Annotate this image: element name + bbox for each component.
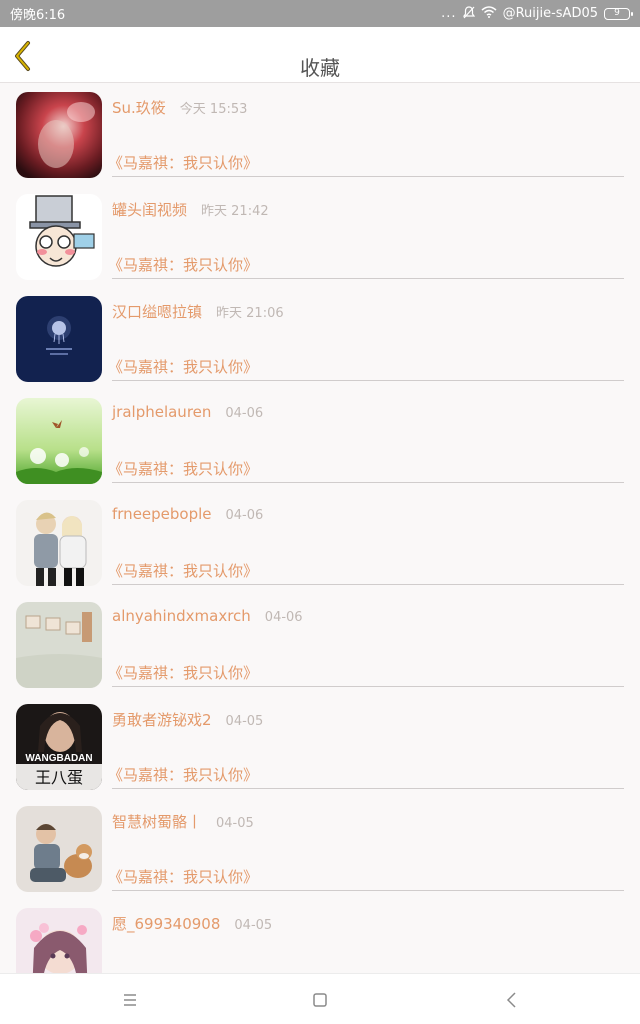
user-name: Su.玖筱	[112, 99, 166, 117]
favorites-list: Su.玖筱 今天 15:53 《马嘉祺：我只认你》 罐头闺视频 昨天 21:42 《…	[0, 83, 640, 973]
user-name: 愿_699340908	[112, 915, 221, 933]
song-title: 《马嘉祺：我只认你》	[108, 868, 259, 886]
item-title: jralphelauren 04-06	[112, 403, 263, 421]
thumbnail-image: WANGBADAN 王八蛋	[16, 704, 102, 790]
song-title: 《马嘉祺：我只认你》	[108, 766, 259, 784]
user-name: 汉口缢嗯拉镇	[112, 303, 203, 321]
page-title: 收藏	[300, 56, 340, 80]
list-item[interactable]: 智慧树蜀骼丨 04-05 《马嘉祺：我只认你》	[0, 797, 640, 899]
nav-back-button[interactable]	[500, 988, 524, 1012]
thumb-text-bottom: 王八蛋	[35, 768, 83, 787]
system-nav-bar	[0, 973, 640, 1024]
list-item[interactable]: 愿_699340908 04-05	[0, 899, 640, 973]
timestamp: 04-05	[216, 816, 254, 831]
thumbnail-image	[16, 806, 102, 892]
status-right: ... @Ruijie-sAD05 9	[441, 5, 633, 22]
list-item[interactable]: Su.玖筱 今天 15:53 《马嘉祺：我只认你》	[0, 83, 640, 185]
header: 收藏	[0, 27, 640, 83]
thumbnail-image	[16, 602, 102, 688]
battery-icon: 9	[604, 7, 633, 20]
thumb-text-top: WANGBADAN	[25, 753, 92, 764]
home-square-icon	[313, 993, 327, 1007]
divider	[112, 890, 624, 891]
timestamp: 04-06	[264, 610, 303, 625]
song-title: 《马嘉祺：我只认你》	[108, 562, 259, 580]
timestamp: 今天 15:53	[179, 102, 248, 117]
timestamp: 昨天 21:42	[201, 204, 269, 219]
divider	[112, 482, 624, 483]
user-name: 智慧树蜀骼丨	[112, 813, 203, 831]
item-title: alnyahindxmaxrch 04-06	[112, 607, 303, 625]
divider	[112, 788, 624, 789]
list-item[interactable]: alnyahindxmaxrch 04-06 《马嘉祺：我只认你》	[0, 593, 640, 695]
item-title: frneepebople 04-06	[112, 505, 263, 523]
list-item[interactable]: WANGBADAN 王八蛋 勇敢者游铋戏2 04-05 《马嘉祺：我只认你》	[0, 695, 640, 797]
menu-button[interactable]	[118, 988, 142, 1012]
divider	[112, 686, 624, 687]
thumbnail-image	[16, 296, 102, 382]
song-title: 《马嘉祺：我只认你》	[108, 358, 259, 376]
back-chevron-icon	[506, 992, 516, 1008]
status-time: 傍晚6:16	[10, 8, 66, 23]
song-title: 《马嘉祺：我只认你》	[108, 256, 259, 274]
thumbnail-image	[16, 908, 102, 973]
mute-bell-icon	[462, 5, 475, 22]
thumbnail-image	[16, 194, 102, 280]
divider	[112, 278, 624, 279]
user-name: 罐头闺视频	[112, 201, 188, 219]
timestamp: 04-06	[225, 406, 264, 421]
more-dots: ...	[441, 6, 457, 21]
user-name: jralphelauren	[112, 403, 212, 421]
song-title: 《马嘉祺：我只认你》	[108, 664, 259, 682]
status-bar: 傍晚6:16 ... @Ruijie-sAD05 9	[0, 0, 640, 27]
user-name: 勇敢者游铋戏2	[112, 711, 212, 729]
thumbnail-image	[16, 500, 102, 586]
divider	[112, 380, 624, 381]
item-title: 愿_699340908 04-05	[112, 913, 272, 934]
item-title: 罐头闺视频 昨天 21:42	[112, 199, 269, 220]
wifi-icon	[481, 6, 497, 21]
timestamp: 04-05	[225, 714, 264, 729]
list-item[interactable]: jralphelauren 04-06 《马嘉祺：我只认你》	[0, 389, 640, 491]
item-title: Su.玖筱 今天 15:53	[112, 97, 247, 118]
menu-icon	[124, 994, 136, 1006]
thumbnail-image	[16, 92, 102, 178]
divider	[112, 584, 624, 585]
item-title: 智慧树蜀骼丨 04-05	[112, 811, 254, 832]
item-title: 汉口缢嗯拉镇 昨天 21:06	[112, 301, 284, 322]
thumbnail-image	[16, 398, 102, 484]
item-title: 勇敢者游铋戏2 04-05	[112, 709, 263, 730]
home-button[interactable]	[308, 988, 332, 1012]
user-name: frneepebople	[112, 505, 212, 523]
timestamp: 04-05	[234, 918, 273, 933]
song-title: 《马嘉祺：我只认你》	[108, 460, 259, 478]
list-item[interactable]: frneepebople 04-06 《马嘉祺：我只认你》	[0, 491, 640, 593]
timestamp: 04-06	[225, 508, 264, 523]
list-item[interactable]: 罐头闺视频 昨天 21:42 《马嘉祺：我只认你》	[0, 185, 640, 287]
song-title: 《马嘉祺：我只认你》	[108, 154, 259, 172]
user-name: alnyahindxmaxrch	[112, 607, 251, 625]
divider	[112, 176, 624, 177]
timestamp: 昨天 21:06	[216, 306, 284, 321]
network-name: @Ruijie-sAD05	[502, 6, 598, 21]
list-item[interactable]: 汉口缢嗯拉镇 昨天 21:06 《马嘉祺：我只认你》	[0, 287, 640, 389]
